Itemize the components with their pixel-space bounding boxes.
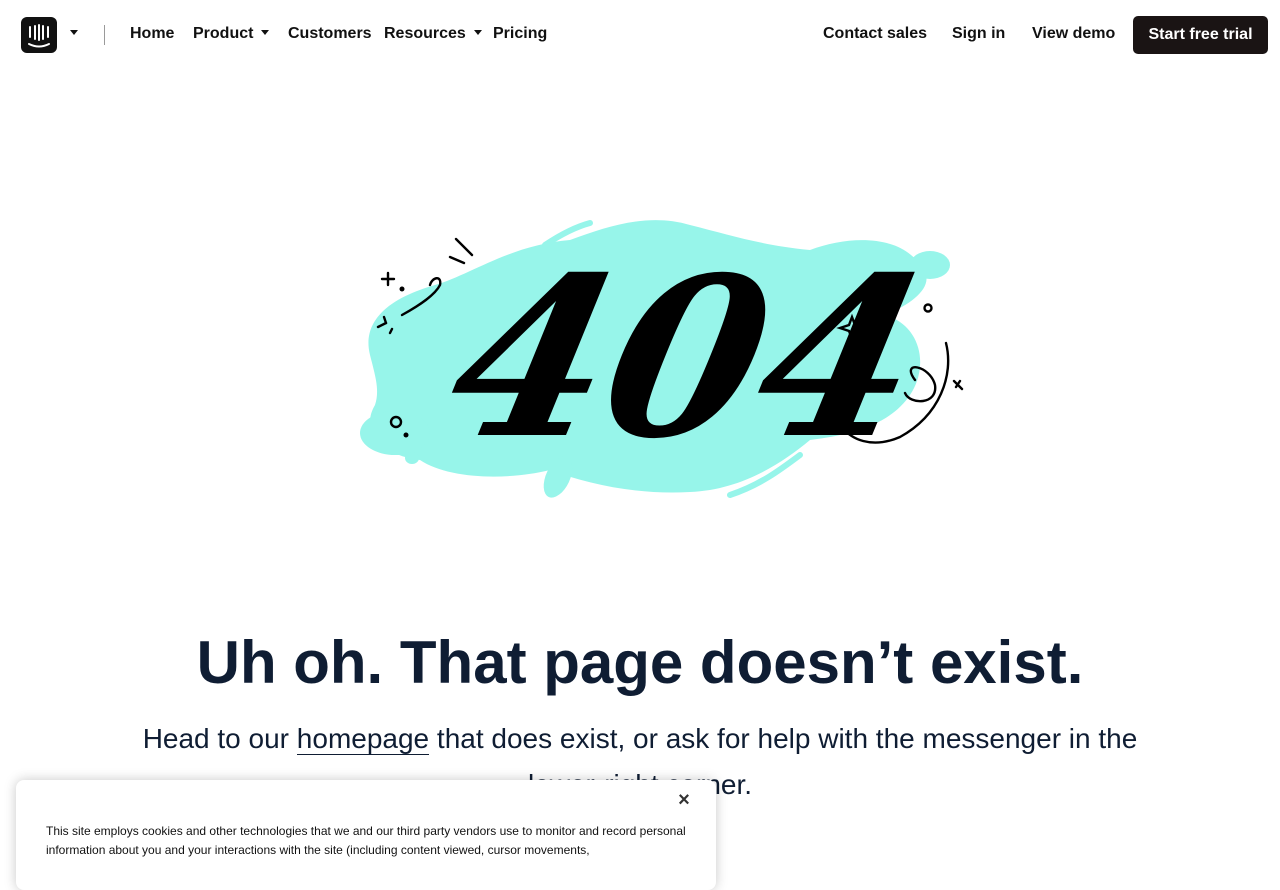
- chevron-down-icon: [261, 30, 270, 36]
- sign-in-link[interactable]: Sign in: [952, 24, 1005, 44]
- homepage-link[interactable]: homepage: [296, 723, 430, 755]
- nav-home-label: Home: [130, 25, 175, 42]
- chevron-down-icon[interactable]: [70, 30, 78, 35]
- nav-customers-link[interactable]: Customers: [288, 24, 372, 44]
- chevron-down-icon: [473, 30, 482, 36]
- nav-product-menu[interactable]: Product: [193, 24, 270, 44]
- nav-product-label: Product: [193, 25, 254, 42]
- contact-sales-label: Contact sales: [823, 25, 928, 42]
- cookie-banner: × This site employs cookies and other te…: [16, 780, 716, 890]
- intercom-logo-icon[interactable]: [21, 17, 57, 53]
- accent-blob-dot: [405, 452, 419, 464]
- page-title: Uh oh. That page doesn’t exist.: [196, 629, 1084, 696]
- nav-pricing-link[interactable]: Pricing: [493, 24, 547, 44]
- 404-illustration: 404: [340, 205, 980, 515]
- nav-home-link[interactable]: Home: [130, 24, 174, 44]
- doodle-dot: [877, 347, 883, 353]
- start-free-trial-label: Start free trial: [1148, 26, 1253, 43]
- doodle-dot: [399, 286, 405, 292]
- subtitle-text-before: Head to our: [142, 723, 297, 754]
- sign-in-label: Sign in: [952, 25, 1006, 42]
- nav-pricing-label: Pricing: [493, 25, 548, 42]
- error-code: 404: [430, 229, 944, 487]
- contact-sales-link[interactable]: Contact sales: [823, 24, 927, 44]
- cookie-text: This site employs cookies and other tech…: [46, 824, 686, 857]
- view-demo-link[interactable]: View demo: [1032, 24, 1115, 44]
- nav-divider: [104, 25, 105, 45]
- nav-resources-menu[interactable]: Resources: [384, 24, 482, 44]
- doodle-dot: [403, 432, 409, 438]
- nav-customers-label: Customers: [288, 25, 372, 42]
- top-nav: Home Product Customers Resources Pricing…: [0, 0, 1280, 70]
- close-icon[interactable]: ×: [676, 790, 692, 810]
- start-free-trial-button[interactable]: Start free trial: [1133, 16, 1268, 54]
- nav-resources-label: Resources: [384, 25, 466, 42]
- view-demo-label: View demo: [1032, 25, 1116, 42]
- 404-illustration-svg: 404: [360, 220, 964, 498]
